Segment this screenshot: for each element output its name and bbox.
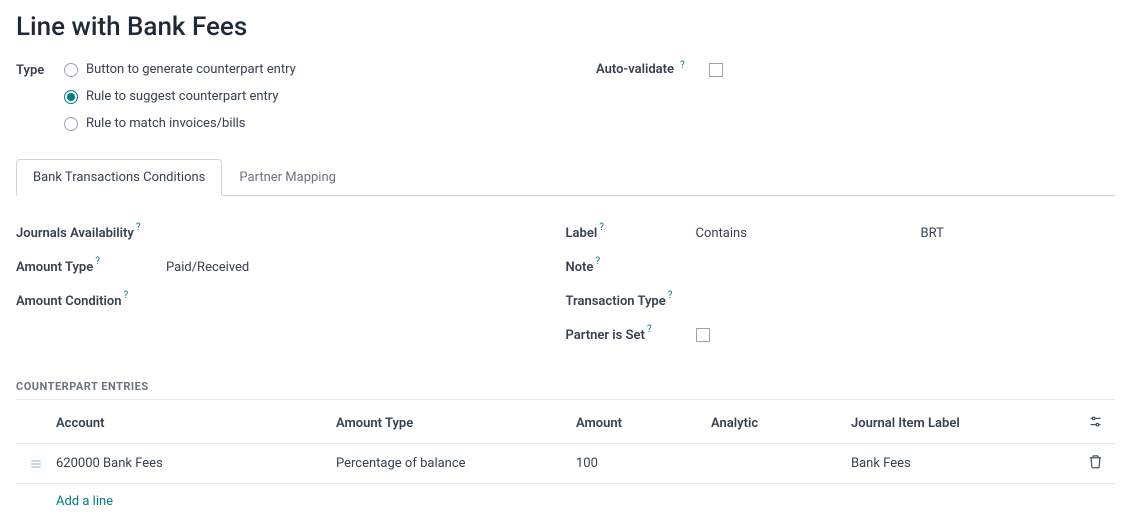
auto-validate-checkbox[interactable] <box>709 63 723 77</box>
tab-bank-transactions-conditions[interactable]: Bank Transactions Conditions <box>16 159 222 196</box>
type-radio-generate[interactable]: Button to generate counterpart entry <box>64 62 296 77</box>
radio-icon <box>64 63 78 77</box>
type-radio-match[interactable]: Rule to match invoices/bills <box>64 116 296 131</box>
tabs: Bank Transactions Conditions Partner Map… <box>16 159 1115 196</box>
radio-icon <box>64 90 78 104</box>
type-radio-suggest[interactable]: Rule to suggest counterpart entry <box>64 89 296 104</box>
label-value[interactable]: BRT <box>921 226 944 241</box>
label-operator[interactable]: Contains <box>696 226 921 241</box>
radio-label: Rule to match invoices/bills <box>86 116 246 131</box>
settings-icon[interactable] <box>1088 414 1103 433</box>
cell-account[interactable]: 620000 Bank Fees <box>56 456 336 471</box>
help-icon[interactable]: ? <box>599 222 604 233</box>
type-radio-group: Button to generate counterpart entry Rul… <box>64 62 296 131</box>
amount-condition-label: Amount Condition <box>16 294 121 309</box>
type-label: Type <box>16 63 44 78</box>
radio-icon <box>64 117 78 131</box>
trash-icon[interactable] <box>1088 454 1103 473</box>
amount-type-value[interactable]: Paid/Received <box>166 260 249 275</box>
col-header-account: Account <box>56 416 336 431</box>
page-title: Line with Bank Fees <box>16 12 1115 42</box>
help-icon[interactable]: ? <box>136 222 141 233</box>
col-header-amount: Amount <box>576 416 711 431</box>
radio-label: Button to generate counterpart entry <box>86 62 296 77</box>
label-label: Label <box>566 226 598 241</box>
amount-type-label: Amount Type <box>16 260 93 275</box>
col-header-journal-label: Journal Item Label <box>851 416 1075 431</box>
radio-label: Rule to suggest counterpart entry <box>86 89 278 104</box>
add-line-link[interactable]: Add a line <box>56 494 113 509</box>
help-icon[interactable]: ? <box>123 290 128 301</box>
counterpart-entries-table: Account Amount Type Amount Analytic Jour… <box>16 404 1115 519</box>
cell-amount-type[interactable]: Percentage of balance <box>336 456 576 471</box>
auto-validate-label: Auto-validate <box>596 62 674 77</box>
cell-amount[interactable]: 100 <box>576 456 711 471</box>
help-icon[interactable]: ? <box>595 256 600 267</box>
table-header: Account Amount Type Amount Analytic Jour… <box>16 404 1115 444</box>
help-icon[interactable]: ? <box>647 324 652 335</box>
drag-handle-icon[interactable] <box>31 457 41 471</box>
journals-availability-label: Journals Availability <box>16 226 134 241</box>
table-row[interactable]: 620000 Bank Fees Percentage of balance 1… <box>16 444 1115 484</box>
cell-journal-label[interactable]: Bank Fees <box>851 456 1075 471</box>
help-icon[interactable]: ? <box>668 290 673 301</box>
help-icon[interactable]: ? <box>95 256 100 267</box>
col-header-amount-type: Amount Type <box>336 416 576 431</box>
partner-is-set-checkbox[interactable] <box>696 328 710 342</box>
tab-partner-mapping[interactable]: Partner Mapping <box>222 159 353 196</box>
col-header-analytic: Analytic <box>711 416 851 431</box>
partner-is-set-label: Partner is Set <box>566 328 645 343</box>
help-icon[interactable]: ? <box>680 60 685 71</box>
note-label: Note <box>566 260 594 275</box>
transaction-type-label: Transaction Type <box>566 294 666 309</box>
counterpart-entries-header: COUNTERPART ENTRIES <box>16 380 1115 400</box>
